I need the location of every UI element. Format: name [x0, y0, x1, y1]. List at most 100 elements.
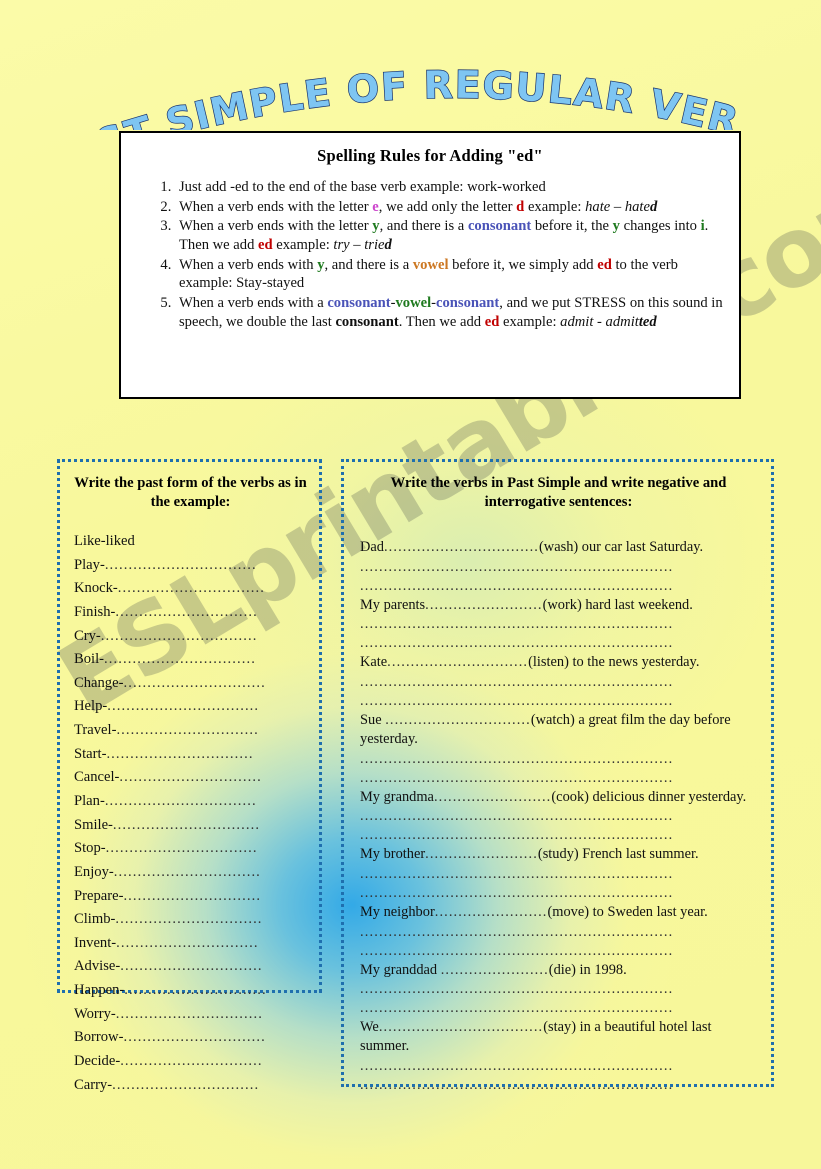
verb-answer-blank[interactable]: ............................. [123, 888, 261, 904]
verb-answer-blank[interactable]: ................................ [106, 840, 258, 856]
sentence-verb-blank[interactable]: ......................... [425, 597, 542, 613]
sentence-prompt[interactable]: Kate..............................(liste… [360, 653, 757, 672]
answer-blank-line[interactable]: ........................................… [360, 768, 757, 787]
verb-answer-blank[interactable]: ................................ [105, 793, 257, 809]
verb-row[interactable]: Carry-............................... [74, 1074, 307, 1098]
verb-answer-blank[interactable]: ............................... [113, 817, 260, 833]
sentence-item: My grandma.........................(cook… [360, 788, 757, 845]
sentence-verb-cue: (move) to Sweden last year. [547, 903, 708, 920]
sentence-subject: Sue [360, 712, 386, 729]
answer-blank-line[interactable]: ........................................… [360, 941, 757, 960]
rule-text-fragment: When a verb ends with a [179, 295, 328, 312]
sentence-prompt[interactable]: We...................................(st… [360, 1018, 757, 1055]
verb-answer-blank[interactable]: ................................ [104, 651, 256, 667]
verb-row[interactable]: Cry-................................. [74, 625, 307, 649]
sentence-verb-blank[interactable]: ........................ [435, 904, 548, 920]
verb-answer-blank[interactable]: .............................. [123, 675, 265, 691]
answer-blank-line[interactable]: ........................................… [360, 557, 757, 576]
verb-row[interactable]: Worry-............................... [74, 1003, 307, 1027]
verb-answer-blank[interactable]: .............................. [120, 958, 262, 974]
sentence-verb-blank[interactable]: ......................... [434, 789, 551, 805]
verb-answer-blank[interactable]: ............................... [116, 1006, 263, 1022]
answer-blank-line[interactable]: ........................................… [360, 1075, 757, 1094]
answer-blank-line[interactable]: ........................................… [360, 749, 757, 768]
rule-text-fragment: , and there is a [324, 256, 413, 273]
answer-blank-line[interactable]: ........................................… [360, 614, 757, 633]
verb-answer-blank[interactable]: .............................. [119, 769, 261, 785]
sentence-verb-blank[interactable]: ............................... [385, 712, 531, 728]
verb-row[interactable]: Smile-............................... [74, 814, 307, 838]
answer-blank-line[interactable]: ........................................… [360, 806, 757, 825]
verb-answer-blank[interactable]: ................................ [107, 698, 259, 714]
verb-answer-blank[interactable]: .............................. [120, 1053, 262, 1069]
answer-blank-line[interactable]: ........................................… [360, 864, 757, 883]
sentence-item: My brother........................(study… [360, 845, 757, 902]
sentence-prompt[interactable]: My neighbor........................(move… [360, 903, 757, 922]
verb-row[interactable]: Advise-.............................. [74, 955, 307, 979]
sentence-prompt[interactable]: My parents.........................(work… [360, 596, 757, 615]
verb-answer-blank[interactable]: .............................. [116, 935, 258, 951]
sentence-verb-blank[interactable]: ................................... [379, 1019, 543, 1035]
sentence-item: My parents.........................(work… [360, 596, 757, 653]
sentence-verb-blank[interactable]: .............................. [387, 654, 528, 670]
sentence-prompt[interactable]: My granddad .......................(die)… [360, 961, 757, 980]
verb-answer-blank[interactable]: .............................. [116, 722, 258, 738]
answer-blank-line[interactable]: ........................................… [360, 825, 757, 844]
answer-blank-line[interactable]: ........................................… [360, 1056, 757, 1075]
sentence-verb-blank[interactable]: ....................... [441, 962, 549, 978]
verb-row[interactable]: Borrow-.............................. [74, 1026, 307, 1050]
rule-text-fragment: ed [484, 313, 500, 330]
verb-row[interactable]: Decide-.............................. [74, 1050, 307, 1074]
verb-row[interactable]: Prepare-............................. [74, 885, 307, 909]
verb-row[interactable]: Boil-................................ [74, 648, 307, 672]
sentence-prompt[interactable]: Sue ...............................(watc… [360, 711, 757, 748]
answer-blank-line[interactable]: ........................................… [360, 979, 757, 998]
rule-text-fragment: , we add only the letter [378, 198, 517, 215]
verb-answer-blank[interactable]: .............................. [124, 982, 266, 998]
verb-row[interactable]: Start-............................... [74, 743, 307, 767]
verb-answer-blank[interactable]: ................................. [101, 628, 258, 644]
rule-text-fragment: example: [499, 313, 561, 330]
sentence-verb-blank[interactable]: ........................ [425, 846, 538, 862]
sentence-prompt[interactable]: My grandma.........................(cook… [360, 788, 757, 807]
verb-row[interactable]: Knock-............................... [74, 577, 307, 601]
sentence-subject: We [360, 1019, 379, 1036]
verb-answer-blank[interactable]: ............................... [118, 580, 265, 596]
sentence-verb-cue: (work) hard last weekend. [542, 596, 693, 613]
verb-row[interactable]: Invent-.............................. [74, 932, 307, 956]
verb-answer-blank[interactable]: .............................. [123, 1029, 265, 1045]
verb-row[interactable]: Travel-.............................. [74, 719, 307, 743]
verb-answer-blank[interactable]: ............................... [106, 746, 253, 762]
verb-answer-blank[interactable]: ............................... [112, 1077, 259, 1093]
verb-example-text: Like-liked [74, 532, 135, 549]
verb-answer-blank[interactable]: ................................ [105, 557, 257, 573]
verb-answer-blank[interactable]: ............................... [114, 864, 261, 880]
answer-blank-line[interactable]: ........................................… [360, 922, 757, 941]
verb-row[interactable]: Finish-.............................. [74, 601, 307, 625]
verb-row[interactable]: Play-................................ [74, 554, 307, 578]
answer-blank-line[interactable]: ........................................… [360, 691, 757, 710]
answer-blank-line[interactable]: ........................................… [360, 633, 757, 652]
answer-blank-line[interactable]: ........................................… [360, 883, 757, 902]
verb-row[interactable]: Cancel-.............................. [74, 766, 307, 790]
sentence-prompt[interactable]: Dad.................................(was… [360, 538, 757, 557]
verb-label: Help- [74, 698, 108, 715]
verb-row[interactable]: Happen-.............................. [74, 979, 307, 1003]
verb-label: Knock- [74, 580, 118, 597]
answer-blank-line[interactable]: ........................................… [360, 672, 757, 691]
answer-blank-line[interactable]: ........................................… [360, 576, 757, 595]
verb-answer-blank[interactable]: ............................... [115, 911, 262, 927]
verb-answer-blank[interactable]: .............................. [115, 604, 257, 620]
verb-row[interactable]: Enjoy-............................... [74, 861, 307, 885]
verb-row[interactable]: Stop-................................ [74, 837, 307, 861]
verb-row[interactable]: Climb-............................... [74, 908, 307, 932]
verb-row[interactable]: Help-................................ [74, 695, 307, 719]
answer-blank-line[interactable]: ........................................… [360, 998, 757, 1017]
sentence-verb-blank[interactable]: ................................. [384, 539, 539, 555]
left-exercise-box: Write the past form of the verbs as in t… [57, 459, 322, 1093]
sentence-prompt[interactable]: My brother........................(study… [360, 845, 757, 864]
sentence-item: We...................................(st… [360, 1018, 757, 1093]
verb-row[interactable]: Plan-................................ [74, 790, 307, 814]
verb-row[interactable]: Change-.............................. [74, 672, 307, 696]
sentence-subject: My granddad [360, 961, 441, 978]
